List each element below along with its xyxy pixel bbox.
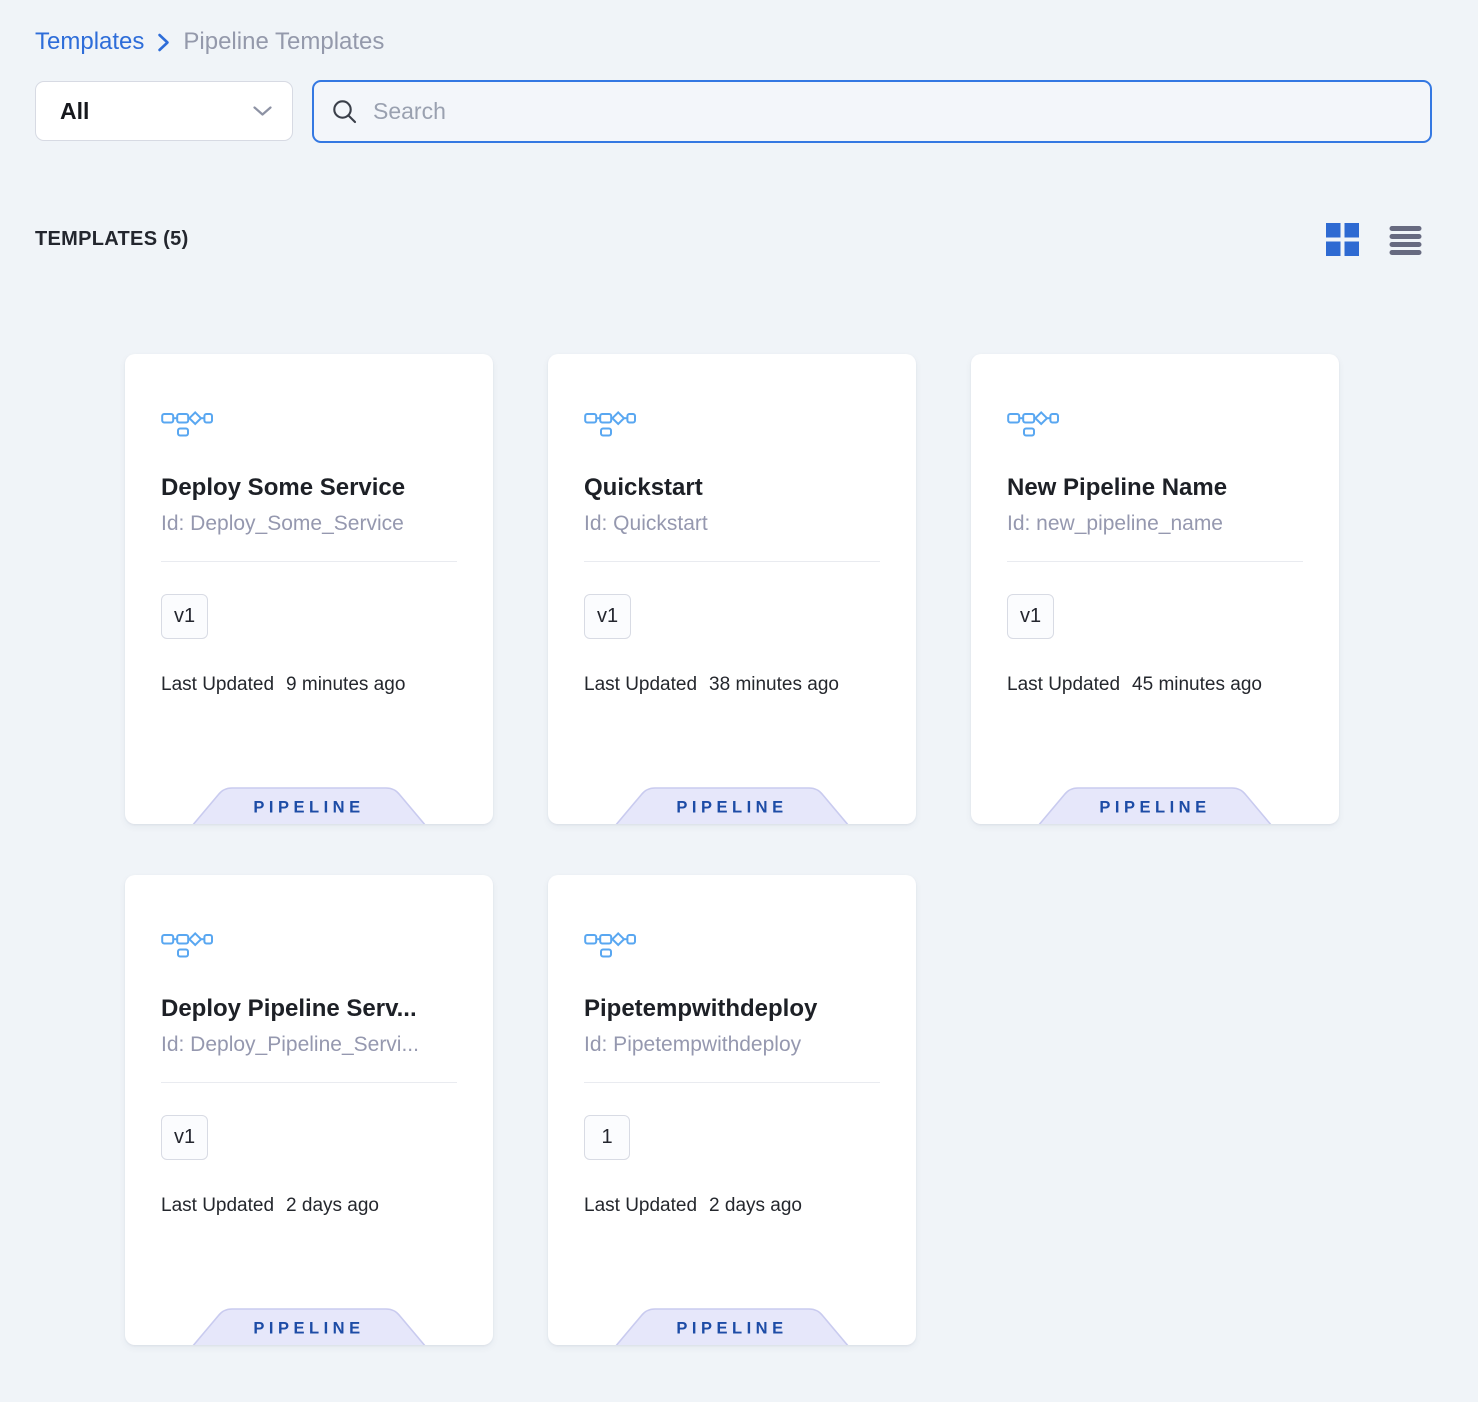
pipeline-type-tag: PIPELINE (1037, 787, 1273, 824)
template-card[interactable]: Quickstart Id: Quickstart v1 Last Update… (548, 354, 916, 824)
version-badge: v1 (584, 594, 631, 639)
card-divider (584, 1082, 880, 1083)
chevron-right-icon (157, 32, 170, 53)
last-updated-value: 2 days ago (286, 1195, 379, 1217)
pipeline-type-tag: PIPELINE (191, 1308, 427, 1345)
search-field (312, 80, 1432, 143)
pipeline-flow-icon (1007, 409, 1303, 442)
template-title: Deploy Some Service (161, 474, 457, 502)
template-id: Id: Deploy_Some_Service (161, 512, 457, 536)
pipeline-tag-label: PIPELINE (1099, 799, 1210, 817)
last-updated-row: Last Updated 9 minutes ago (161, 674, 457, 696)
breadcrumb-current-page: Pipeline Templates (183, 28, 384, 56)
last-updated-row: Last Updated 2 days ago (584, 1195, 880, 1217)
last-updated-row: Last Updated 38 minutes ago (584, 674, 880, 696)
search-input[interactable] (371, 97, 1413, 126)
breadcrumb: Templates Pipeline Templates (0, 0, 1478, 56)
pipeline-flow-icon (161, 930, 457, 963)
pipeline-type-tag: PIPELINE (191, 787, 427, 824)
card-divider (1007, 561, 1303, 562)
last-updated-label: Last Updated (1007, 674, 1120, 696)
last-updated-label: Last Updated (584, 674, 697, 696)
template-card[interactable]: New Pipeline Name Id: new_pipeline_name … (971, 354, 1339, 824)
list-view-icon (1389, 243, 1422, 258)
template-id: Id: Deploy_Pipeline_Servi... (161, 1033, 457, 1057)
last-updated-label: Last Updated (161, 674, 274, 696)
template-id: Id: Pipetempwithdeploy (584, 1033, 880, 1057)
pipeline-flow-icon (584, 409, 880, 442)
pipeline-tag-label: PIPELINE (253, 1320, 364, 1338)
grid-view-button[interactable] (1326, 223, 1359, 256)
template-id: Id: new_pipeline_name (1007, 512, 1303, 536)
template-card[interactable]: Deploy Pipeline Serv... Id: Deploy_Pipel… (125, 875, 493, 1345)
scope-filter-dropdown[interactable]: All (35, 81, 293, 141)
section-header: TEMPLATES (5) (35, 223, 1422, 256)
template-title: Deploy Pipeline Serv... (161, 995, 457, 1023)
view-toggle (1326, 223, 1422, 256)
card-divider (584, 561, 880, 562)
card-divider (161, 1082, 457, 1083)
chevron-down-icon (253, 106, 272, 117)
toolbar: All (35, 81, 1432, 143)
templates-count-title: TEMPLATES (5) (35, 228, 189, 251)
template-id: Id: Quickstart (584, 512, 880, 536)
last-updated-row: Last Updated 45 minutes ago (1007, 674, 1303, 696)
last-updated-value: 38 minutes ago (709, 674, 839, 696)
version-badge: 1 (584, 1115, 630, 1160)
template-card[interactable]: Pipetempwithdeploy Id: Pipetempwithdeplo… (548, 875, 916, 1345)
scope-filter-value: All (60, 98, 89, 125)
template-title: Quickstart (584, 474, 880, 502)
last-updated-value: 45 minutes ago (1132, 674, 1262, 696)
pipeline-type-tag: PIPELINE (614, 787, 850, 824)
pipeline-type-tag: PIPELINE (614, 1308, 850, 1345)
version-badge: v1 (161, 1115, 208, 1160)
template-card[interactable]: Deploy Some Service Id: Deploy_Some_Serv… (125, 354, 493, 824)
pipeline-tag-label: PIPELINE (676, 1320, 787, 1338)
pipeline-tag-label: PIPELINE (253, 799, 364, 817)
pipeline-flow-icon (161, 409, 457, 442)
list-view-button[interactable] (1389, 225, 1422, 255)
grid-view-icon (1326, 244, 1359, 259)
template-grid: Deploy Some Service Id: Deploy_Some_Serv… (125, 354, 1478, 1345)
search-icon (331, 98, 358, 125)
last-updated-row: Last Updated 2 days ago (161, 1195, 457, 1217)
card-divider (161, 561, 457, 562)
breadcrumb-link-templates[interactable]: Templates (35, 28, 144, 56)
version-badge: v1 (1007, 594, 1054, 639)
last-updated-label: Last Updated (161, 1195, 274, 1217)
last-updated-value: 9 minutes ago (286, 674, 405, 696)
pipeline-tag-label: PIPELINE (676, 799, 787, 817)
pipeline-flow-icon (584, 930, 880, 963)
version-badge: v1 (161, 594, 208, 639)
template-title: New Pipeline Name (1007, 474, 1303, 502)
last-updated-value: 2 days ago (709, 1195, 802, 1217)
template-title: Pipetempwithdeploy (584, 995, 880, 1023)
last-updated-label: Last Updated (584, 1195, 697, 1217)
